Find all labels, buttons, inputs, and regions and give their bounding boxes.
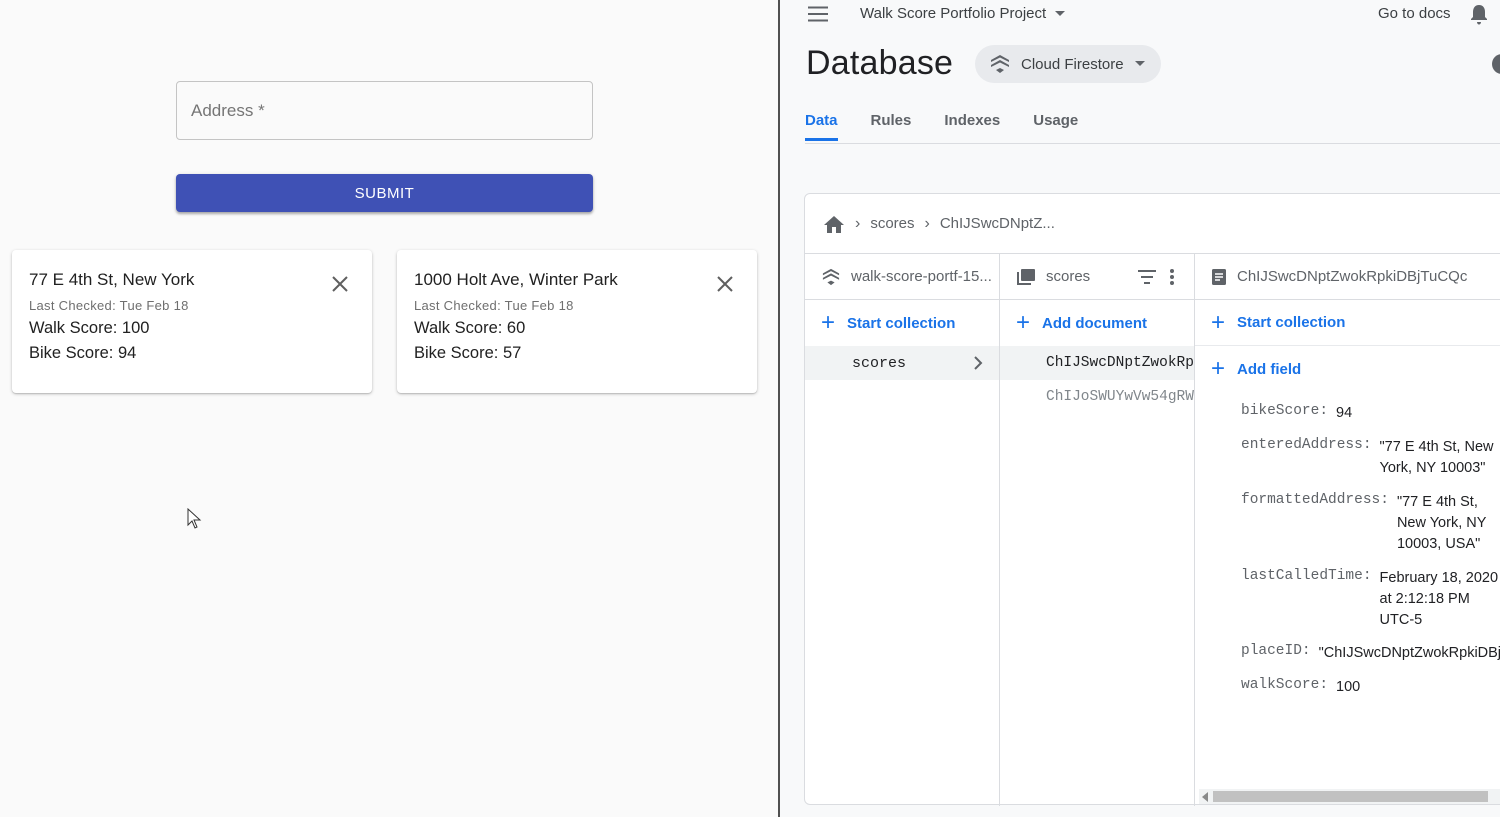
document-field[interactable]: lastCalledTime: February 18, 2020 at 2:1…: [1241, 568, 1500, 631]
close-icon[interactable]: [715, 274, 735, 294]
mouse-cursor-icon: [187, 508, 202, 529]
field-value: "77 E 4th St, New York, NY 10003, USA": [1396, 494, 1487, 552]
chevron-down-icon: [1055, 10, 1066, 16]
document-field[interactable]: bikeScore: 94: [1241, 403, 1352, 424]
list-item[interactable]: ChIJSwcDNptZwokRp: [1000, 346, 1194, 380]
tab-rules[interactable]: Rules: [871, 112, 912, 141]
field-key: walkScore:: [1241, 677, 1329, 693]
document-field[interactable]: walkScore: 100: [1241, 677, 1360, 698]
document-field[interactable]: placeID: "ChIJSwcDNptZwokRpkiDBj: [1241, 643, 1500, 664]
field-key: bikeScore:: [1241, 403, 1329, 419]
action-label: Start collection: [1237, 314, 1346, 331]
product-name: Cloud Firestore: [1021, 55, 1124, 73]
document-field[interactable]: enteredAddress: "77 E 4th St, New York, …: [1241, 437, 1500, 479]
tab-usage[interactable]: Usage: [1033, 112, 1078, 141]
field-value: "77 E 4th St, New York, NY 10003": [1379, 439, 1494, 476]
divider: [805, 143, 1500, 144]
start-collection-button[interactable]: + Start collection: [805, 300, 999, 346]
card-walk-score: Walk Score: 100: [29, 319, 150, 337]
project-name: Walk Score Portfolio Project: [860, 5, 1047, 22]
collection-icon: [1017, 268, 1035, 285]
horizontal-scrollbar[interactable]: [1199, 789, 1500, 804]
score-card: 1000 Holt Ave, Winter Park Last Checked:…: [397, 250, 757, 393]
data-panel: › scores › ChIJSwcDNptZ... walk-score-po…: [804, 193, 1500, 806]
plus-icon: +: [821, 309, 836, 336]
start-collection-button[interactable]: + Start collection: [1195, 300, 1500, 346]
field-key: formattedAddress:: [1241, 492, 1389, 508]
database-name: walk-score-portf-15...: [851, 268, 992, 285]
home-icon[interactable]: [823, 214, 845, 234]
document-icon: [1212, 268, 1226, 285]
help-icon[interactable]: [1492, 54, 1500, 74]
plus-icon: +: [1016, 309, 1031, 336]
add-field-button[interactable]: + Add field: [1195, 346, 1500, 392]
tab-bar: Data Rules Indexes Usage: [805, 112, 1111, 141]
card-last-checked: Last Checked: Tue Feb 18: [414, 298, 574, 313]
go-to-docs-link[interactable]: Go to docs: [1378, 5, 1451, 22]
field-key: placeID:: [1241, 643, 1311, 659]
filter-icon[interactable]: [1137, 269, 1157, 285]
arrow-left-icon[interactable]: [1202, 792, 1208, 802]
field-key: lastCalledTime:: [1241, 568, 1372, 584]
chevron-right-icon: ›: [855, 214, 861, 232]
field-value: February 18, 2020 at 2:12:18 PM UTC-5: [1379, 570, 1499, 628]
chevron-right-icon: ›: [924, 214, 930, 232]
breadcrumb-document[interactable]: ChIJSwcDNptZ...: [940, 215, 1055, 232]
card-walk-score: Walk Score: 60: [414, 319, 526, 337]
bell-icon[interactable]: [1469, 3, 1489, 25]
firebase-console: Walk Score Portfolio Project Go to docs …: [780, 0, 1500, 817]
column-header: scores: [1000, 254, 1194, 300]
field-key: enteredAddress:: [1241, 437, 1372, 453]
submit-button[interactable]: SUBMIT: [176, 174, 593, 212]
collection-name: scores: [1046, 268, 1091, 285]
product-selector[interactable]: Cloud Firestore: [975, 45, 1161, 83]
card-bike-score: Bike Score: 57: [414, 344, 522, 362]
document-id: ChIJSwcDNptZwokRpkiDBjTuCQc: [1237, 268, 1468, 285]
field-value: 94: [1336, 405, 1353, 421]
list-item[interactable]: scores: [805, 346, 999, 380]
address-field[interactable]: [176, 81, 593, 140]
close-icon[interactable]: [330, 274, 350, 294]
column-header: ChIJSwcDNptZwokRpkiDBjTuCQc: [1195, 254, 1500, 300]
action-label: Add document: [1042, 314, 1148, 332]
firestore-icon: [991, 55, 1009, 73]
page-title: Database: [806, 44, 954, 82]
more-vert-icon[interactable]: [1169, 268, 1175, 286]
add-document-button[interactable]: + Add document: [1000, 300, 1194, 346]
document-column: ChIJSwcDNptZwokRpkiDBjTuCQc + Start coll…: [1195, 254, 1500, 806]
plus-icon: +: [1211, 355, 1226, 382]
breadcrumb: › scores › ChIJSwcDNptZ...: [805, 194, 1500, 254]
action-label: Start collection: [847, 314, 956, 332]
walk-score-app: SUBMIT 77 E 4th St, New York Last Checke…: [0, 0, 778, 817]
score-card: 77 E 4th St, New York Last Checked: Tue …: [12, 250, 372, 393]
menu-icon[interactable]: [808, 6, 828, 22]
tab-data[interactable]: Data: [805, 112, 838, 141]
breadcrumb-collection[interactable]: scores: [870, 215, 914, 232]
card-last-checked: Last Checked: Tue Feb 18: [29, 298, 189, 313]
address-input[interactable]: [177, 82, 592, 139]
tab-indexes[interactable]: Indexes: [944, 112, 1000, 141]
column-header: walk-score-portf-15...: [805, 254, 999, 300]
scrollbar-thumb[interactable]: [1213, 791, 1488, 802]
screen: SUBMIT 77 E 4th St, New York Last Checke…: [0, 0, 1500, 817]
card-title: 77 E 4th St, New York: [29, 270, 195, 289]
action-label: Add field: [1237, 360, 1302, 378]
firestore-icon: [822, 268, 840, 285]
document-field[interactable]: formattedAddress: "77 E 4th St, New York…: [1241, 492, 1492, 555]
field-value: "ChIJSwcDNptZwokRpkiDBj: [1318, 645, 1500, 661]
project-selector[interactable]: Walk Score Portfolio Project: [860, 5, 1066, 22]
chevron-down-icon: [1134, 61, 1145, 66]
card-title: 1000 Holt Ave, Winter Park: [414, 270, 618, 289]
field-value: 100: [1336, 679, 1361, 695]
collection-column: scores + Add document ChIJSwcDNptZwokRp …: [1000, 254, 1195, 806]
card-bike-score: Bike Score: 94: [29, 344, 137, 362]
collection-name: scores: [852, 354, 907, 372]
plus-icon: +: [1211, 308, 1226, 336]
root-column: walk-score-portf-15... + Start collectio…: [805, 254, 1000, 806]
list-item[interactable]: ChIJoSWUYwVw54gRW: [1000, 380, 1194, 414]
chevron-right-icon: [974, 356, 983, 370]
